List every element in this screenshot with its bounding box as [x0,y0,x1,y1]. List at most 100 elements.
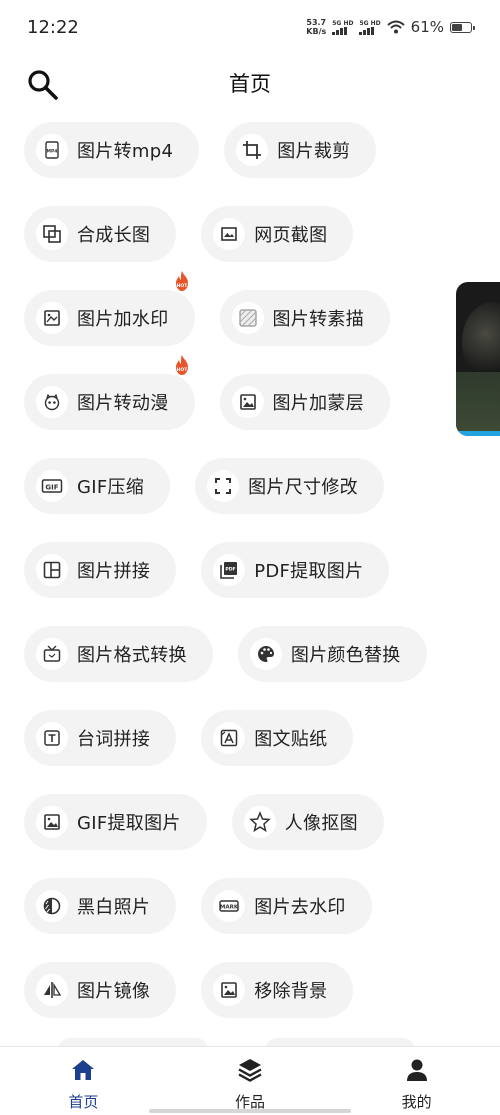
hot-badge-icon: HOT [173,354,191,376]
status-bar: 12:22 53.7 KB/s 5G HD 5G HD 61% [0,0,500,58]
sketch-icon [231,302,264,334]
mirror-icon [36,974,68,1006]
tool-chip-mp4[interactable]: MP4 图片转mp4 [24,122,200,178]
hot-badge-icon: HOT [173,270,191,292]
home-icon [69,1056,97,1084]
tool-chip-label: 图片加水印 [77,309,169,330]
status-time: 12:22 [27,17,79,38]
tool-row: 图片镜像 移除背景 [24,962,444,1046]
tool-chip-layout[interactable]: 图片拼接 [24,542,177,598]
tool-chip-label: 图片格式转换 [77,645,187,666]
tool-row: 黑白照片 MARK 图片去水印 [24,878,444,962]
pdf-icon: PDF [213,554,246,586]
tool-chip-label: 图片转动漫 [77,393,169,414]
tool-chip-label: 图片转mp4 [77,141,174,162]
nav-item-home[interactable]: 首页 [0,1047,167,1115]
tool-chip-crop[interactable]: 图片裁剪 [224,122,377,178]
tool-chip-label: 图片加蒙层 [272,393,364,414]
home-indicator [149,1109,351,1113]
tool-chip-portrait-cutout[interactable]: 人像抠图 [231,794,384,850]
tool-chip-label: 图片颜色替换 [290,645,401,666]
battery-icon [450,21,475,33]
tool-chip-label: 图片尺寸修改 [248,477,358,498]
tool-chip-label: GIF压缩 [77,477,145,498]
image-icon [231,386,264,418]
tool-row: 图片转动漫 HOT 图片加蒙层 [24,355,444,458]
tool-chip-label: 黑白照片 [77,897,151,918]
gif-icon: GIF [36,470,68,502]
page-title: 首页 [229,72,271,96]
tool-chip-label: 图片镜像 [77,981,151,1002]
signal-icon-sim2: 5G HD [359,20,381,35]
tool-chip-label: 网页截图 [254,225,328,246]
floating-video-preview[interactable] [456,282,500,436]
crop-icon [236,134,269,166]
watermark-icon [36,302,68,334]
svg-text:MARK: MARK [220,905,239,911]
svg-text:PDF: PDF [226,567,236,573]
tool-chip-label: 图文贴纸 [254,729,328,750]
tool-chip-mirror[interactable]: 图片镜像 [24,962,177,1018]
wifi-icon [386,20,405,34]
mp4-icon: MP4 [36,134,68,166]
tv-icon [36,638,68,670]
text-box-icon [36,722,68,754]
person-icon [403,1056,431,1084]
bottom-nav: 首页 作品我的 [0,1046,500,1115]
tool-chip-label: 人像抠图 [284,813,358,834]
nav-item-person[interactable]: 我的 [333,1047,500,1115]
screenshot-icon [213,218,246,250]
tool-chip-watermark[interactable]: 图片加水印 HOT [24,271,195,346]
battery-level [452,23,463,31]
tool-chip-palette[interactable]: 图片颜色替换 [237,626,427,682]
tool-chip-anime[interactable]: 图片转动漫 HOT [24,355,195,430]
tool-chip-sketch[interactable]: 图片转素描 [219,290,390,346]
remove-watermark-icon: MARK [213,890,246,922]
status-icons: 53.7 KB/s 5G HD 5G HD 61% [306,18,475,36]
tool-chip-label: 台词拼接 [77,729,151,750]
tool-chip-contrast[interactable]: 黑白照片 [24,878,177,934]
contrast-icon [36,890,68,922]
svg-text:MP4: MP4 [47,149,58,155]
svg-text:GIF: GIF [45,484,58,492]
tool-row: 台词拼接 图文贴纸 [24,710,444,794]
tool-chip-label: 图片转素描 [272,309,364,330]
tool-chip-label: 图片拼接 [77,561,151,582]
nav-label: 我的 [401,1093,432,1111]
tool-row: 合成长图 网页截图 [24,206,444,290]
tool-chip-text-image[interactable]: 图文贴纸 [201,710,354,766]
tool-row: GIF GIF压缩 图片尺寸修改 [24,458,444,542]
tool-chip-label: GIF提取图片 [77,813,181,834]
tool-chip-label: 合成长图 [77,225,151,246]
tool-chip-label: 移除背景 [254,981,328,1002]
tool-chip-image[interactable]: GIF提取图片 [24,794,207,850]
tool-chip-tv[interactable]: 图片格式转换 [24,626,213,682]
video-progress-bar [456,431,500,436]
nav-item-layers[interactable]: 作品 [167,1047,334,1115]
tool-chip-label: 图片去水印 [254,897,346,918]
battery-percent: 61% [410,18,444,36]
svg-text:HOT: HOT [176,367,188,373]
text-image-icon [213,722,246,754]
tool-chip-gif[interactable]: GIF GIF压缩 [24,458,171,514]
tool-chip-resize[interactable]: 图片尺寸修改 [195,458,384,514]
signal-icon-sim1: 5G HD [332,20,353,35]
tool-chip-text-box[interactable]: 台词拼接 [24,710,177,766]
anime-icon [36,386,68,418]
tool-chip-merge[interactable]: 合成长图 [24,206,177,262]
resize-icon [207,470,240,502]
tool-chip-image[interactable]: 移除背景 [201,962,354,1018]
tool-row: 图片格式转换 图片颜色替换 [24,626,444,710]
tool-chip-screenshot[interactable]: 网页截图 [201,206,354,262]
merge-icon [36,218,68,250]
tool-chip-image[interactable]: 图片加蒙层 [219,374,390,430]
layout-icon [36,554,68,586]
palette-icon [249,638,282,670]
tool-row: GIF提取图片 人像抠图 [24,794,444,878]
tool-chip-label: 图片裁剪 [277,141,351,162]
image-icon [36,806,68,838]
tool-row: 图片拼接 PDF PDF提取图片 [24,542,444,626]
tool-chip-pdf[interactable]: PDF PDF提取图片 [201,542,390,598]
tool-grid: MP4 图片转mp4 图片裁剪 合成长图 网页截图 图片加水印 HOT 图片转素描 图片转动漫 H… [24,122,444,1046]
tool-chip-remove-watermark[interactable]: MARK 图片去水印 [201,878,372,934]
